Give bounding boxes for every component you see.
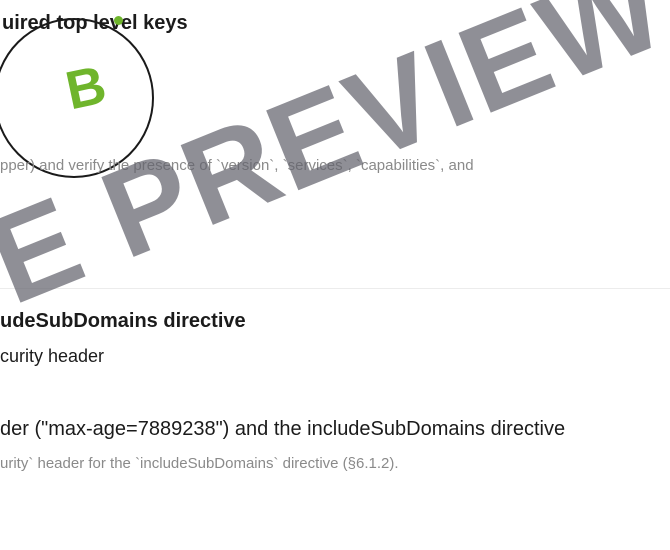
finding-description: urity` header for the `includeSubDomains… (0, 455, 399, 472)
finding-title: udeSubDomains directive (0, 310, 246, 332)
finding-description: pper) and verify the presence of `versio… (0, 157, 474, 174)
section-divider (0, 288, 670, 289)
badge-marker-dot (114, 16, 123, 25)
finding-subtitle: curity header (0, 346, 105, 366)
finding-result: der ("max-age=7889238") and the includeS… (0, 418, 566, 440)
grade-badge-letter: B (60, 54, 112, 122)
